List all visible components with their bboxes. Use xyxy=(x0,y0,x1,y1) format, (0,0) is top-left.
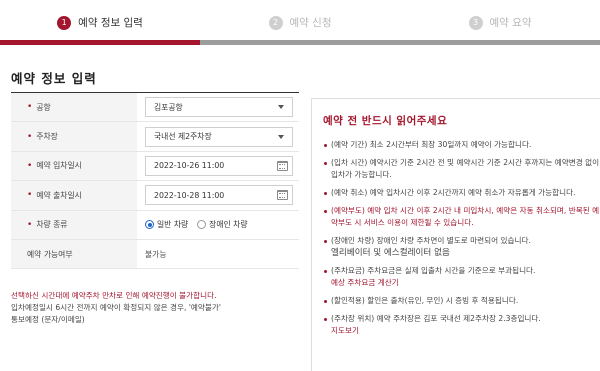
form-notes: 선택하신 시간대에 예약주차 만차로 인해 예약진행이 불가합니다. 입차예정일… xyxy=(11,290,299,326)
step-2-number: 2 xyxy=(268,15,283,30)
required-mark: • xyxy=(27,102,33,113)
fee-calculator-link[interactable]: 예상 주차요금 계산기 xyxy=(331,277,600,289)
reservation-form: • 공항 김포공항 • 주차장 국내선 제2주차장 • 예약 입차일시 2022-10… xyxy=(11,92,299,270)
radio-checked-icon xyxy=(145,220,154,230)
notice-disabled-text: (장애인 차량) 장애인 차량 주차면이 별도로 마련되어 있습니다. xyxy=(331,236,531,245)
required-mark: • xyxy=(27,131,33,142)
chevron-down-icon xyxy=(278,105,284,110)
notice-item: (주차장 위치) 예약 주차장은 김포 국내선 제2주차장 2.3층입니다. 지… xyxy=(323,313,600,337)
chevron-down-icon xyxy=(278,134,284,139)
parking-label: 주차장 xyxy=(36,132,58,142)
vehicle-disabled-label: 장애인 차량 xyxy=(209,220,248,230)
availability-label: 예약 가능여부 xyxy=(27,249,73,259)
notice-location-text: (주차장 위치) 예약 주차장은 김포 국내선 제2주차장 2.3층입니다. xyxy=(331,314,541,323)
required-mark: • xyxy=(27,219,33,230)
vehicle-radio-group: 일반 차량 장애인 차량 xyxy=(145,219,248,230)
entry-row: • 예약 입차일시 2022-10-26 11:00 xyxy=(11,151,299,182)
notice-line-2: 통보예정 (문자/이메일) xyxy=(11,315,85,324)
parking-select[interactable]: 국내선 제2주차장 xyxy=(145,126,293,147)
notice-elevator-text: 엘리베이터 및 에스컬레이터 없음 xyxy=(331,248,450,258)
step-1-label: 예약 정보 입력 xyxy=(78,17,143,29)
section-title: 예약 정보 입력 xyxy=(11,71,97,86)
notice-line-1: 입차예정일시 6시간 전까지 예약이 확정되지 않은 경우, '예약불가' xyxy=(11,303,221,312)
step-1-number: 1 xyxy=(57,15,72,30)
entry-value: 2022-10-26 11:00 xyxy=(154,161,225,171)
step-3-label: 예약 요약 xyxy=(489,17,532,29)
notice-panel: 예약 전 반드시 읽어주세요 (예약 기간) 최소 2시간부터 최장 30일까지… xyxy=(311,98,600,371)
vehicle-label: 차량 종류 xyxy=(36,220,68,230)
step-2-label: 예약 신청 xyxy=(289,17,332,29)
calendar-icon[interactable] xyxy=(277,190,288,201)
notice-title: 예약 전 반드시 읽어주세요 xyxy=(323,115,448,127)
notice-item: (입차 시간) 예약시간 기준 2시간 전 및 예약시간 기준 2시간 후까지는… xyxy=(323,157,600,181)
notice-item: (할인적용) 할인은 출차(유인, 무인) 시 증빙 후 적용됩니다. xyxy=(323,295,600,307)
step-3-number: 3 xyxy=(468,15,483,30)
notice-list: (예약 기간) 최소 2시간부터 최장 30일까지 예약이 가능합니다. (입차… xyxy=(323,139,600,337)
notice-item: (주차요금) 주차요금은 실제 입출차 시간을 기준으로 부과됩니다. 예상 주… xyxy=(323,265,600,289)
parking-value: 국내선 제2주차장 xyxy=(154,132,212,142)
required-mark: • xyxy=(27,190,33,201)
availability-row: 예약 가능여부 불가능 xyxy=(11,239,299,270)
step-1: 1 예약 정보 입력 xyxy=(0,0,200,45)
airport-label: 공항 xyxy=(36,102,51,112)
required-mark: • xyxy=(27,160,33,171)
radio-unchecked-icon xyxy=(197,220,207,230)
step-2: 2 예약 신청 xyxy=(200,0,400,45)
unavailable-warning: 선택하신 시간대에 예약주차 만차로 인해 예약진행이 불가합니다. xyxy=(11,291,217,300)
entry-label: 예약 입차일시 xyxy=(36,161,82,171)
step-3: 3 예약 요약 xyxy=(400,0,600,45)
notice-item: (장애인 차량) 장애인 차량 주차면이 별도로 마련되어 있습니다. 엘리베이… xyxy=(323,235,600,259)
progress-fill xyxy=(0,40,200,45)
exit-row: • 예약 출차일시 2022-10-28 11:00 xyxy=(11,181,299,211)
airport-select[interactable]: 김포공항 xyxy=(145,97,293,118)
airport-value: 김포공항 xyxy=(154,102,183,112)
exit-datetime-input[interactable]: 2022-10-28 11:00 xyxy=(145,185,293,206)
entry-datetime-input[interactable]: 2022-10-26 11:00 xyxy=(145,155,293,176)
map-link[interactable]: 지도보기 xyxy=(331,325,600,337)
notice-item: (예약 취소) 예약 입차시간 이후 2시간까지 예약 취소가 자유롭게 가능합… xyxy=(323,187,600,199)
progress-bar xyxy=(0,40,600,45)
notice-fee-text: (주차요금) 주차요금은 실제 입출차 시간을 기준으로 부과됩니다. xyxy=(331,266,536,275)
vehicle-normal-radio[interactable]: 일반 차량 xyxy=(145,219,188,230)
step-indicator: 1 예약 정보 입력 2 예약 신청 3 예약 요약 xyxy=(0,0,600,45)
vehicle-row: • 차량 종류 일반 차량 장애인 차량 xyxy=(11,210,299,240)
airport-row: • 공항 김포공항 xyxy=(11,93,299,123)
vehicle-normal-label: 일반 차량 xyxy=(157,220,189,230)
notice-item-warning: (예약부도) 예약 입차 시간 이후 2시간 내 미입차시, 예약은 자동 취소… xyxy=(323,205,600,229)
availability-value: 불가능 xyxy=(145,249,167,259)
notice-item: (예약 기간) 최소 2시간부터 최장 30일까지 예약이 가능합니다. xyxy=(323,139,600,151)
exit-label: 예약 출차일시 xyxy=(36,190,82,200)
calendar-icon[interactable] xyxy=(277,160,288,171)
parking-row: • 주차장 국내선 제2주차장 xyxy=(11,122,299,152)
exit-value: 2022-10-28 11:00 xyxy=(154,190,225,200)
vehicle-disabled-radio[interactable]: 장애인 차량 xyxy=(197,219,248,230)
